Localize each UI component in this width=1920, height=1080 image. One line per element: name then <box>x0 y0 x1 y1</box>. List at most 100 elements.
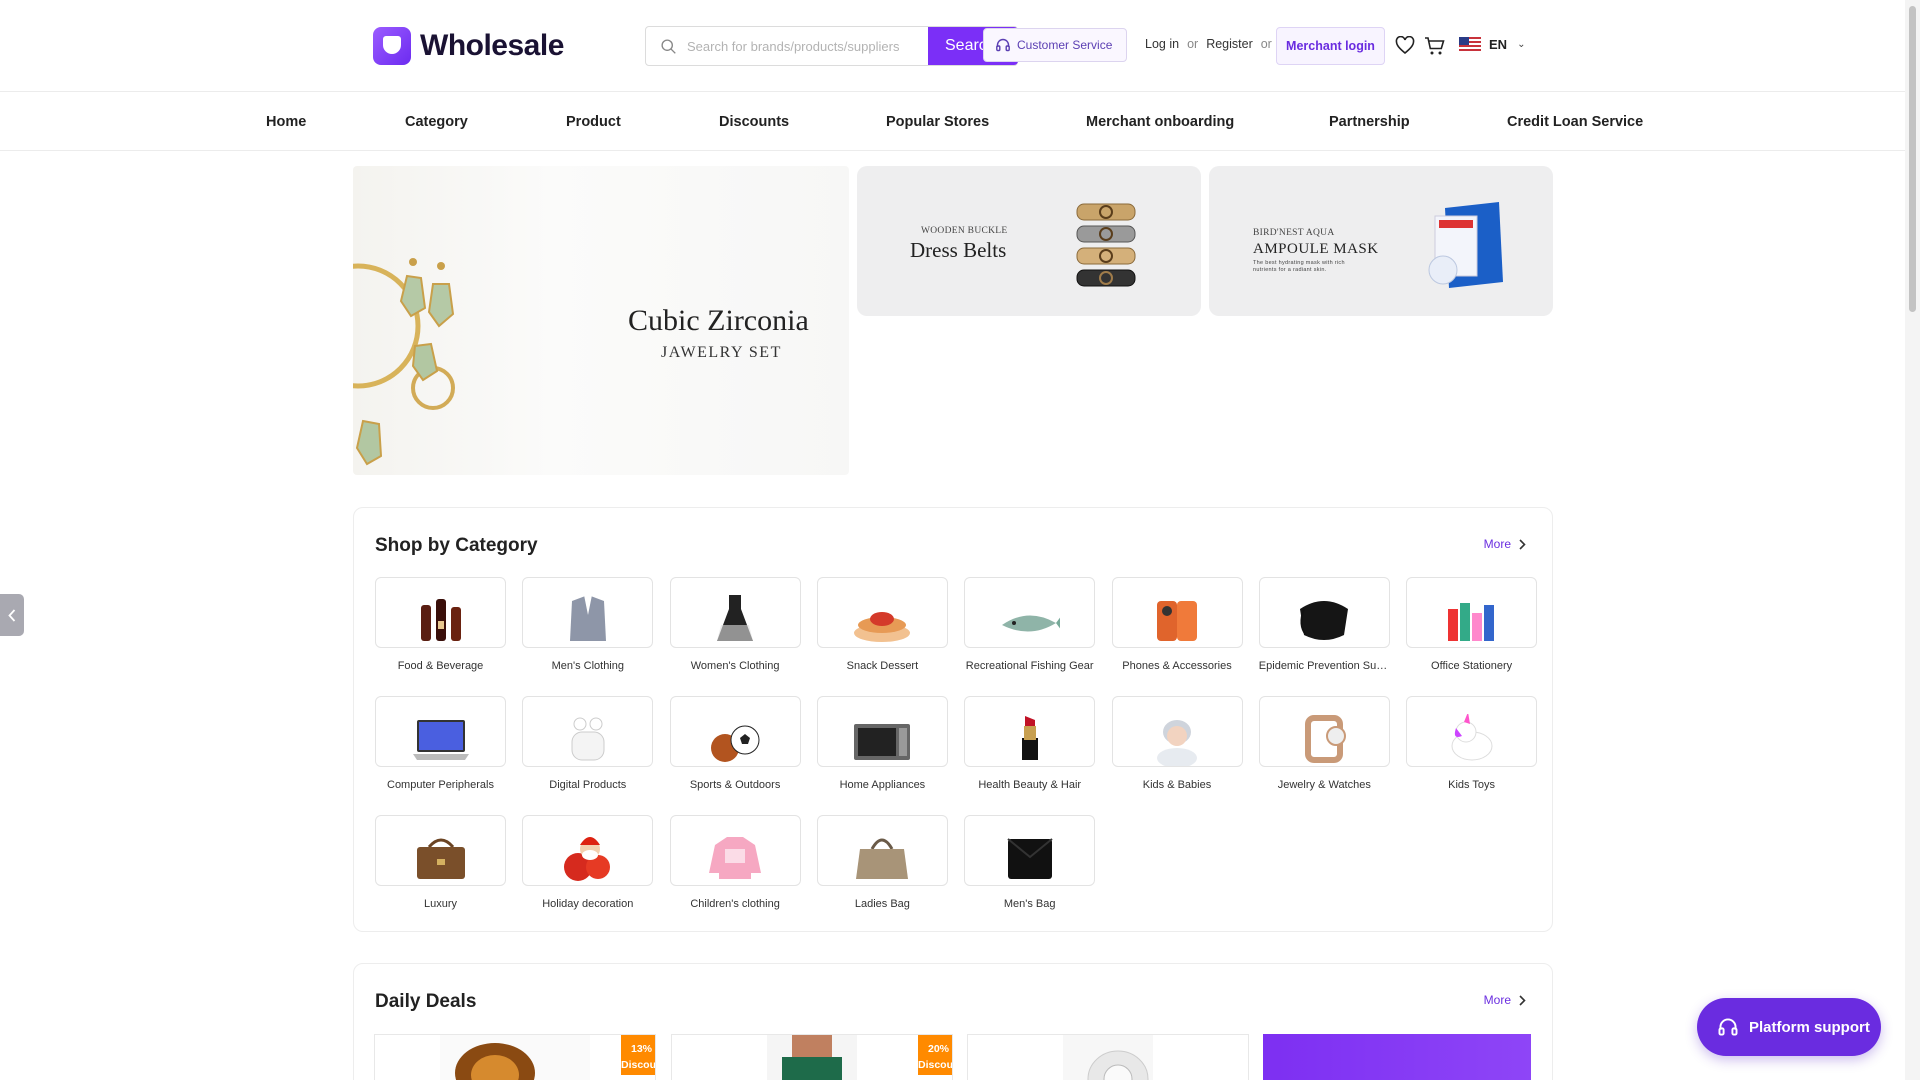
nav-category[interactable]: Category <box>405 114 468 130</box>
page-scrollbar[interactable] <box>1905 0 1920 1080</box>
microwave-icon <box>854 724 911 760</box>
collapse-sidebar-tab[interactable] <box>0 594 24 636</box>
category-thumbnail <box>522 815 654 886</box>
category-item[interactable]: Men's Bag <box>964 815 1096 910</box>
category-item[interactable]: Snack Dessert <box>816 577 948 672</box>
category-label: Children's clothing <box>690 898 780 910</box>
discount-badge: 20% Discount <box>918 1035 952 1075</box>
nav-popular-stores[interactable]: Popular Stores <box>886 114 989 130</box>
deal-card[interactable]: 13% Discount <box>374 1034 656 1080</box>
category-thumbnail <box>816 815 948 886</box>
category-item[interactable]: Kids & Babies <box>1111 696 1243 791</box>
brand-name: Wholesale <box>420 29 564 62</box>
belts-banner-kicker: WOODEN BUCKLE <box>921 226 1008 236</box>
platform-support-label: Platform support <box>1749 1018 1870 1036</box>
nav-home[interactable]: Home <box>266 114 306 130</box>
belts-banner[interactable]: WOODEN BUCKLE Dress Belts <box>857 166 1201 316</box>
category-item[interactable]: Sports & Outdoors <box>669 696 801 791</box>
search-icon <box>661 38 676 54</box>
swimwear-image <box>767 1035 857 1080</box>
deal-card[interactable] <box>967 1034 1249 1080</box>
customer-service-label: Customer Service <box>1017 38 1113 52</box>
category-item[interactable]: Women's Clothing <box>669 577 801 672</box>
category-thumbnail <box>1111 696 1243 767</box>
category-thumbnail <box>669 577 801 648</box>
platform-support-button[interactable]: Platform support <box>1697 998 1881 1056</box>
category-item[interactable]: Computer Peripherals <box>375 696 506 791</box>
clutch-icon <box>1007 838 1053 879</box>
deals-more-link[interactable]: More <box>1484 993 1526 1007</box>
dress-icon <box>717 595 754 641</box>
category-thumbnail <box>1258 696 1390 767</box>
category-label: Luxury <box>423 898 458 910</box>
mask-banner-kicker: BIRD'NEST AQUA <box>1253 228 1335 238</box>
lipstick-icon <box>1021 716 1038 760</box>
heart-icon[interactable] <box>1395 36 1415 55</box>
category-item[interactable]: Digital Products <box>522 696 654 791</box>
cake-icon <box>854 612 911 642</box>
nav-product[interactable]: Product <box>566 114 621 130</box>
login-link[interactable]: Log in <box>1145 37 1179 51</box>
category-label: Snack Dessert <box>846 660 919 672</box>
category-thumbnail <box>816 577 948 648</box>
nav-credit-loan-service[interactable]: Credit Loan Service <box>1507 114 1643 130</box>
hero-title: Cubic Zirconia <box>628 304 809 337</box>
brand-logo-icon <box>373 27 411 65</box>
category-item[interactable]: Luxury <box>375 815 506 910</box>
category-item[interactable]: Ladies Bag <box>816 815 948 910</box>
deal-promo-card[interactable] <box>1263 1034 1531 1080</box>
category-item[interactable]: Phones & Accessories <box>1111 577 1243 672</box>
category-thumbnail <box>375 577 506 648</box>
tote-icon <box>856 838 909 879</box>
or-separator: or <box>1187 37 1199 51</box>
mask-icon <box>1300 601 1349 640</box>
category-label: Phones & Accessories <box>1122 660 1232 672</box>
hero-banner[interactable]: Cubic Zirconia JAWELRY SET <box>353 166 849 475</box>
category-label: Food & Beverage <box>397 660 484 672</box>
bottles-icon <box>420 599 461 641</box>
category-item[interactable]: Office Stationery <box>1406 577 1538 672</box>
headset-icon <box>996 38 1010 52</box>
language-selector[interactable]: EN ⌄ <box>1459 37 1525 52</box>
category-label: Men's Bag <box>1003 898 1056 910</box>
category-item[interactable]: Epidemic Prevention Supplies <box>1258 577 1390 672</box>
customer-service-button[interactable]: Customer Service <box>983 28 1127 62</box>
nav-merchant-onboarding[interactable]: Merchant onboarding <box>1086 114 1234 130</box>
category-more-link[interactable]: More <box>1484 537 1526 551</box>
chevron-down-icon: ⌄ <box>1517 39 1526 50</box>
main-nav: Home Category Product Discounts Popular … <box>0 93 1905 151</box>
category-label: Home Appliances <box>839 779 926 791</box>
category-item[interactable]: Kids Toys <box>1406 696 1538 791</box>
category-item[interactable]: Men's Clothing <box>522 577 654 672</box>
sweater-icon <box>709 837 762 879</box>
more-label: More <box>1483 537 1511 551</box>
category-label: Recreational Fishing Gear <box>965 660 1094 672</box>
category-item[interactable]: Holiday decoration <box>522 815 654 910</box>
deal-card[interactable]: 20% Discount <box>671 1034 953 1080</box>
or-separator: or <box>1260 37 1272 51</box>
category-item[interactable]: Jewelry & Watches <box>1258 696 1390 791</box>
nav-discounts[interactable]: Discounts <box>719 114 789 130</box>
mask-banner[interactable]: BIRD'NEST AQUA AMPOULE MASK The best hyd… <box>1209 166 1553 316</box>
merchant-login-button[interactable]: Merchant login <box>1276 27 1385 65</box>
nav-partnership[interactable]: Partnership <box>1329 114 1410 130</box>
daily-deals-title: Daily Deals <box>375 991 477 1012</box>
category-item[interactable]: Recreational Fishing Gear <box>964 577 1096 672</box>
earrings-image <box>353 258 455 466</box>
category-label: Ladies Bag <box>854 898 910 910</box>
category-item[interactable]: Food & Beverage <box>375 577 506 672</box>
auth-links: Log in or Register or <box>1145 37 1272 51</box>
category-item[interactable]: Health Beauty & Hair <box>964 696 1096 791</box>
category-label: Digital Products <box>549 779 627 791</box>
scrollbar-thumb[interactable] <box>1909 6 1916 312</box>
category-item[interactable]: Children's clothing <box>669 815 801 910</box>
category-item[interactable]: Home Appliances <box>816 696 948 791</box>
chevron-right-icon <box>1519 994 1526 1006</box>
lion-costume-image <box>440 1035 590 1080</box>
category-thumbnail <box>1406 577 1538 648</box>
brand-logo[interactable]: Wholesale <box>373 27 564 65</box>
register-link[interactable]: Register <box>1206 37 1253 51</box>
watch-icon <box>1305 715 1347 763</box>
category-thumbnail <box>964 577 1096 648</box>
cart-icon[interactable] <box>1424 36 1445 56</box>
